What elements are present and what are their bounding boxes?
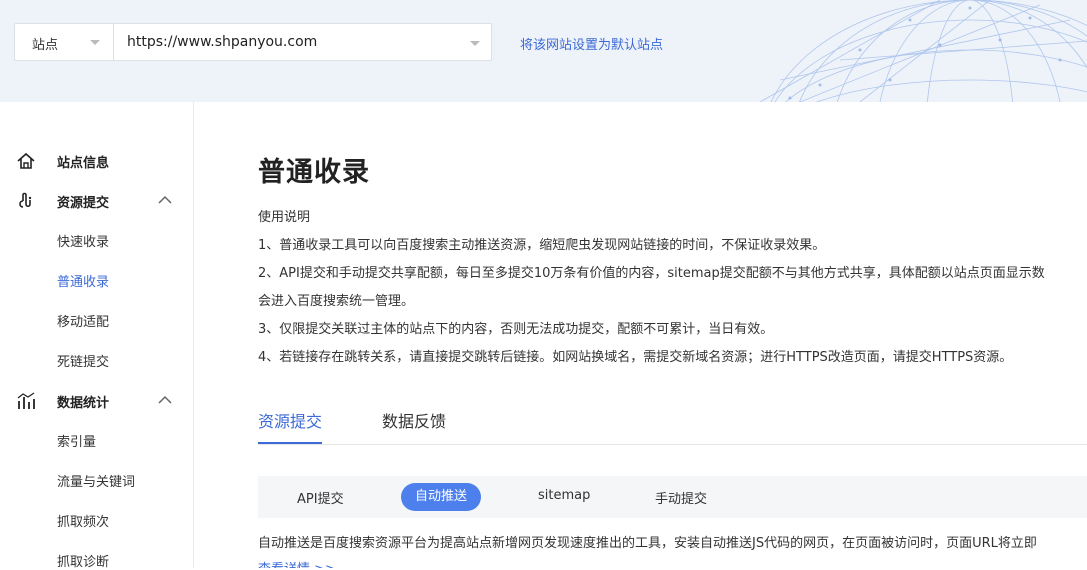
subtab-sitemap[interactable]: sitemap	[538, 488, 590, 503]
site-type-dropdown[interactable]: 站点	[15, 24, 114, 60]
site-selector: 站点 https://www.shpanyou.com	[14, 23, 492, 61]
sidebar-item-crawl-diagnosis[interactable]: 抓取诊断	[57, 551, 109, 570]
caret-down-icon	[90, 40, 100, 45]
sidebar-item-index-volume[interactable]: 索引量	[57, 431, 96, 450]
main-content: 普通收录 使用说明 1、普通收录工具可以向百度搜索主动推送资源，缩短爬虫发现网站…	[194, 102, 1087, 568]
sidebar-item-mobile-adapt[interactable]: 移动适配	[57, 311, 109, 330]
tab-resource-submit[interactable]: 资源提交	[258, 408, 322, 432]
instruction-line: 4、若链接存在跳转关系，请直接提交跳转后链接。如网站换域名，需提交新域名资源；进…	[258, 350, 1013, 365]
sidebar-item-fast-index[interactable]: 快速收录	[57, 231, 109, 250]
sidebar-item-traffic-keywords[interactable]: 流量与关键词	[57, 471, 135, 490]
sidebar-group-data-stats[interactable]: 数据统计	[0, 390, 193, 414]
tab-bar: 资源提交 数据反馈	[258, 398, 1087, 445]
chevron-up-icon[interactable]	[157, 194, 173, 206]
subtab-api[interactable]: API提交	[297, 488, 344, 507]
site-url-select[interactable]: https://www.shpanyou.com	[127, 34, 317, 50]
sidebar-item-label: 站点信息	[57, 156, 110, 171]
chevron-up-icon[interactable]	[157, 394, 173, 406]
instruction-line: 2、API提交和手动提交共享配额，每日至多提交10万条有价值的内容，sitema…	[258, 266, 1045, 281]
page-title: 普通收录	[258, 157, 370, 188]
resource-submit-icon	[19, 192, 32, 208]
sidebar-item-crawl-frequency[interactable]: 抓取频次	[57, 511, 109, 530]
more-details-link[interactable]: 查看详情 >>	[258, 558, 336, 568]
active-tab-indicator	[258, 442, 322, 444]
stats-chart-icon	[17, 392, 35, 409]
subtab-auto-push[interactable]: 自动推送	[401, 483, 482, 511]
header: 站点 https://www.shpanyou.com 将该网站设置为默认站点	[0, 0, 1087, 102]
globe-network-decoration	[759, 0, 1087, 102]
sidebar-group-label: 数据统计	[57, 396, 110, 411]
instructions-title: 使用说明	[258, 210, 311, 225]
subtab-manual[interactable]: 手动提交	[655, 488, 707, 507]
instruction-line: 3、仅限提交关联过主体的站点下的内容，否则无法成功提交，配额不可累计，当日有效。	[258, 322, 774, 337]
instruction-line: 1、普通收录工具可以向百度搜索主动推送资源，缩短爬虫发现网站链接的时间，不保证收…	[258, 238, 826, 253]
instruction-line: 会进入百度搜索统一管理。	[258, 294, 415, 309]
tab-data-feedback[interactable]: 数据反馈	[382, 408, 446, 432]
sidebar-item-site-info[interactable]: 站点信息	[0, 150, 193, 174]
sidebar-group-label: 资源提交	[57, 196, 110, 211]
auto-push-description: 自动推送是百度搜索资源平台为提高站点新增网页发现速度推出的工具，安装自动推送JS…	[258, 536, 1037, 551]
caret-down-icon[interactable]	[470, 41, 480, 46]
submit-method-tabs: API提交 自动推送 sitemap 手动提交	[258, 476, 1087, 518]
sidebar-item-normal-index[interactable]: 普通收录	[57, 271, 109, 290]
sidebar-item-dead-link[interactable]: 死链提交	[57, 351, 109, 370]
sidebar: 站点信息 资源提交 快速收录 普通收录 移动适配 死链提交 数据统计 索引量 流…	[0, 102, 194, 570]
home-icon	[17, 152, 35, 169]
sidebar-group-resource-submit[interactable]: 资源提交	[0, 190, 193, 214]
site-type-label: 站点	[32, 38, 59, 53]
set-default-site-link[interactable]: 将该网站设置为默认站点	[520, 34, 663, 53]
